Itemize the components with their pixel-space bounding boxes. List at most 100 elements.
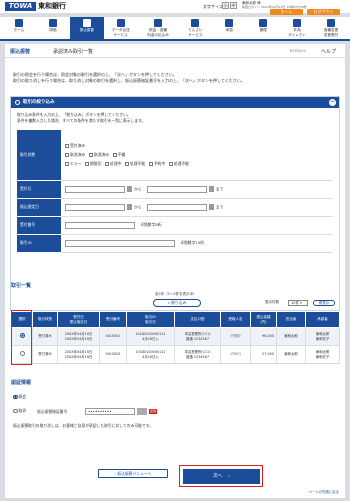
tax-icon	[154, 19, 163, 27]
redisplay-button[interactable]: 再表示	[313, 300, 335, 306]
filter-panel: 取引の絞り込み − 絞り込み条件を入力の上、「絞り込み」ボタンを押してください。…	[10, 96, 340, 311]
status-checkbox[interactable]	[112, 153, 117, 158]
font-size-label: 文字サイズ	[203, 4, 223, 9]
filter-button[interactable]: ⌕ 絞り込み	[153, 299, 201, 307]
table-row[interactable]: 受付済み 20XX年04月16日 20XX年04月16日 0415002 101…	[11, 345, 340, 364]
bank-name: 東和銀行	[38, 2, 66, 10]
header: TOWA 東和銀行 文字サイズ 小 中 東和太郎 様 前回ログイン 20XX年0…	[0, 0, 350, 15]
nav-densai[interactable]: でんさい サービス	[178, 17, 212, 39]
status-checkbox[interactable]	[65, 153, 69, 158]
result-count: 全2件（1〜2件を表示中）	[155, 292, 197, 296]
accept-date-label: 受付日	[17, 180, 61, 199]
search-icon	[15, 100, 20, 105]
col-header: 承認者	[305, 311, 340, 328]
accept-date-to-input[interactable]	[146, 185, 207, 193]
nav-tax-payment[interactable]: 税金・各種 料金の払込み	[138, 17, 179, 39]
calendar-icon[interactable]	[127, 186, 132, 192]
auth-cancel-option[interactable]: 取消	[13, 408, 26, 414]
trans-id-hint: 半角数字15桁	[180, 240, 205, 245]
home-button[interactable]: ホーム	[270, 9, 303, 15]
status-checkbox[interactable]	[65, 162, 69, 167]
col-header: 振込金額 (円)	[250, 311, 277, 328]
pw-label: 振込振替暗証番号	[37, 409, 68, 414]
trans-no-label: 受付番号	[17, 216, 61, 235]
transaction-table: 選択 取引状態 受付日 振込指定日 受付番号 取引ID 取引日 支払口座 受取人…	[11, 311, 340, 364]
app-window: TOWA 東和銀行 文字サイズ 小 中 東和太郎 様 前回ログイン 20XX年0…	[0, 0, 350, 501]
auth-note: 振込振替取引の取り消しは、お客様ご自身が承認した取引に対してのみ可能です。	[13, 423, 153, 428]
status-checkbox[interactable]	[168, 162, 173, 167]
font-size-small-button[interactable]: 小	[222, 2, 229, 9]
calendar-icon[interactable]	[208, 204, 214, 210]
logout-button[interactable]: ログアウト	[307, 9, 340, 15]
bank-logo: TOWA	[5, 2, 36, 11]
list-heading: 取引一覧	[11, 283, 32, 289]
screen-code: BTZ0004	[290, 49, 306, 53]
auth-heading: 認証情報	[11, 380, 32, 386]
status-label: 取引状態	[17, 130, 61, 181]
trans-id-input[interactable]	[65, 239, 175, 247]
col-header: 受付日 振込指定日	[57, 311, 100, 328]
trans-no-hint: 半角数字8桁	[140, 222, 162, 227]
nav-management[interactable]: 管理	[246, 17, 280, 39]
page-section: 振込振替	[10, 49, 31, 55]
main-nav: ホーム 明細 振込振替 データ伝送 サービス 税金・各種 料金の払込み でんさい…	[0, 17, 350, 41]
collapse-icon[interactable]: −	[329, 99, 336, 106]
status-checkbox[interactable]	[125, 162, 130, 167]
font-size-medium-button[interactable]: 中	[230, 2, 237, 9]
calendar-icon[interactable]	[127, 204, 132, 210]
filter-table: 取引状態 受付済み 取消済み 取消済み 不備 エラー 期限切 処理中 処理不能 …	[17, 130, 333, 253]
main-content: 振込振替 承認済み取引一覧 BTZ0004 ヘルプ 取引の照会を行う場合は、照会…	[5, 44, 345, 498]
title-bar: 振込振替 承認済み取引一覧 BTZ0004 ヘルプ	[5, 44, 345, 58]
col-header: 担当者	[276, 311, 306, 328]
keyboard-icon[interactable]	[137, 408, 147, 415]
transfer-date-to-input[interactable]	[146, 203, 207, 211]
nav-transfer[interactable]: 振込振替	[69, 17, 104, 39]
back-to-menu-button[interactable]: ‹ 振込振替メニューへ	[98, 469, 168, 478]
col-header: 取引状態	[32, 311, 58, 328]
transfer-date-from-input[interactable]	[65, 203, 125, 211]
intro-text: 取引の照会を行う場合は、照会対象の取引を選択の上、「次へ」ボタンを押してください…	[13, 72, 245, 83]
col-header: 支払口座	[174, 311, 221, 328]
status-checkbox[interactable]	[88, 153, 93, 158]
nav-statements[interactable]: 明細	[36, 17, 70, 39]
filter-header[interactable]: 取引の絞り込み −	[11, 97, 339, 108]
forex-icon	[293, 19, 302, 27]
nav-data-transmission[interactable]: データ伝送 サービス	[104, 17, 138, 39]
statement-icon	[48, 19, 57, 27]
status-checkbox[interactable]	[65, 144, 69, 149]
selection-highlight	[11, 310, 32, 365]
password-input[interactable]: ••••••••••	[85, 408, 135, 415]
table-header-row: 選択 取引状態 受付日 振込指定日 受付番号 取引ID 取引日 支払口座 受取人…	[11, 311, 340, 328]
transfer-date-label: 振込指定日	[17, 198, 61, 217]
settings-icon	[327, 19, 336, 27]
status-options: 受付済み 取消済み 取消済み 不備 エラー 期限切 処理中 処理不能 予約中 処…	[61, 130, 333, 181]
view-radio[interactable]	[13, 394, 18, 400]
cancel-radio[interactable]	[13, 408, 18, 414]
filter-description: 絞り込み条件を入力の上、「絞り込み」ボタンを押してください。 条件を複数入力した…	[17, 112, 146, 123]
table-row[interactable]: 受付済み 20XX年04月16日 20XX年04月16日 0415001 101…	[11, 327, 340, 346]
status-checkbox[interactable]	[85, 162, 90, 167]
next-highlight	[179, 465, 263, 487]
page-title: 承認済み取引一覧	[53, 49, 94, 55]
auth-view-option[interactable]: 照会	[13, 394, 26, 400]
page-top-link[interactable]: ページの先頭に戻る	[309, 489, 339, 494]
accept-date-from-input[interactable]	[65, 185, 125, 193]
densai-icon	[191, 19, 200, 27]
col-header: 受付番号	[99, 311, 127, 328]
trans-id-label: 取引ID	[17, 234, 61, 253]
trans-no-input[interactable]	[65, 221, 135, 229]
nav-approval[interactable]: 承認	[212, 17, 246, 39]
nav-forex[interactable]: 外為 ダイレクト	[280, 17, 314, 39]
approval-icon	[225, 19, 234, 27]
required-badge: 必須	[149, 409, 158, 414]
nav-home[interactable]: ホーム	[2, 17, 36, 39]
status-checkbox[interactable]	[148, 162, 153, 167]
help-link[interactable]: ヘルプ	[321, 48, 336, 55]
per-page-select[interactable]: 10件 ▾	[288, 300, 308, 306]
nav-settings[interactable]: 各種変更 変更受付	[314, 17, 348, 39]
col-header: 取引ID 取引日	[126, 311, 175, 328]
per-page-label: 表示件数	[265, 300, 279, 304]
status-checkbox[interactable]	[105, 162, 110, 167]
calendar-icon[interactable]	[208, 186, 214, 192]
transfer-icon	[82, 19, 91, 27]
